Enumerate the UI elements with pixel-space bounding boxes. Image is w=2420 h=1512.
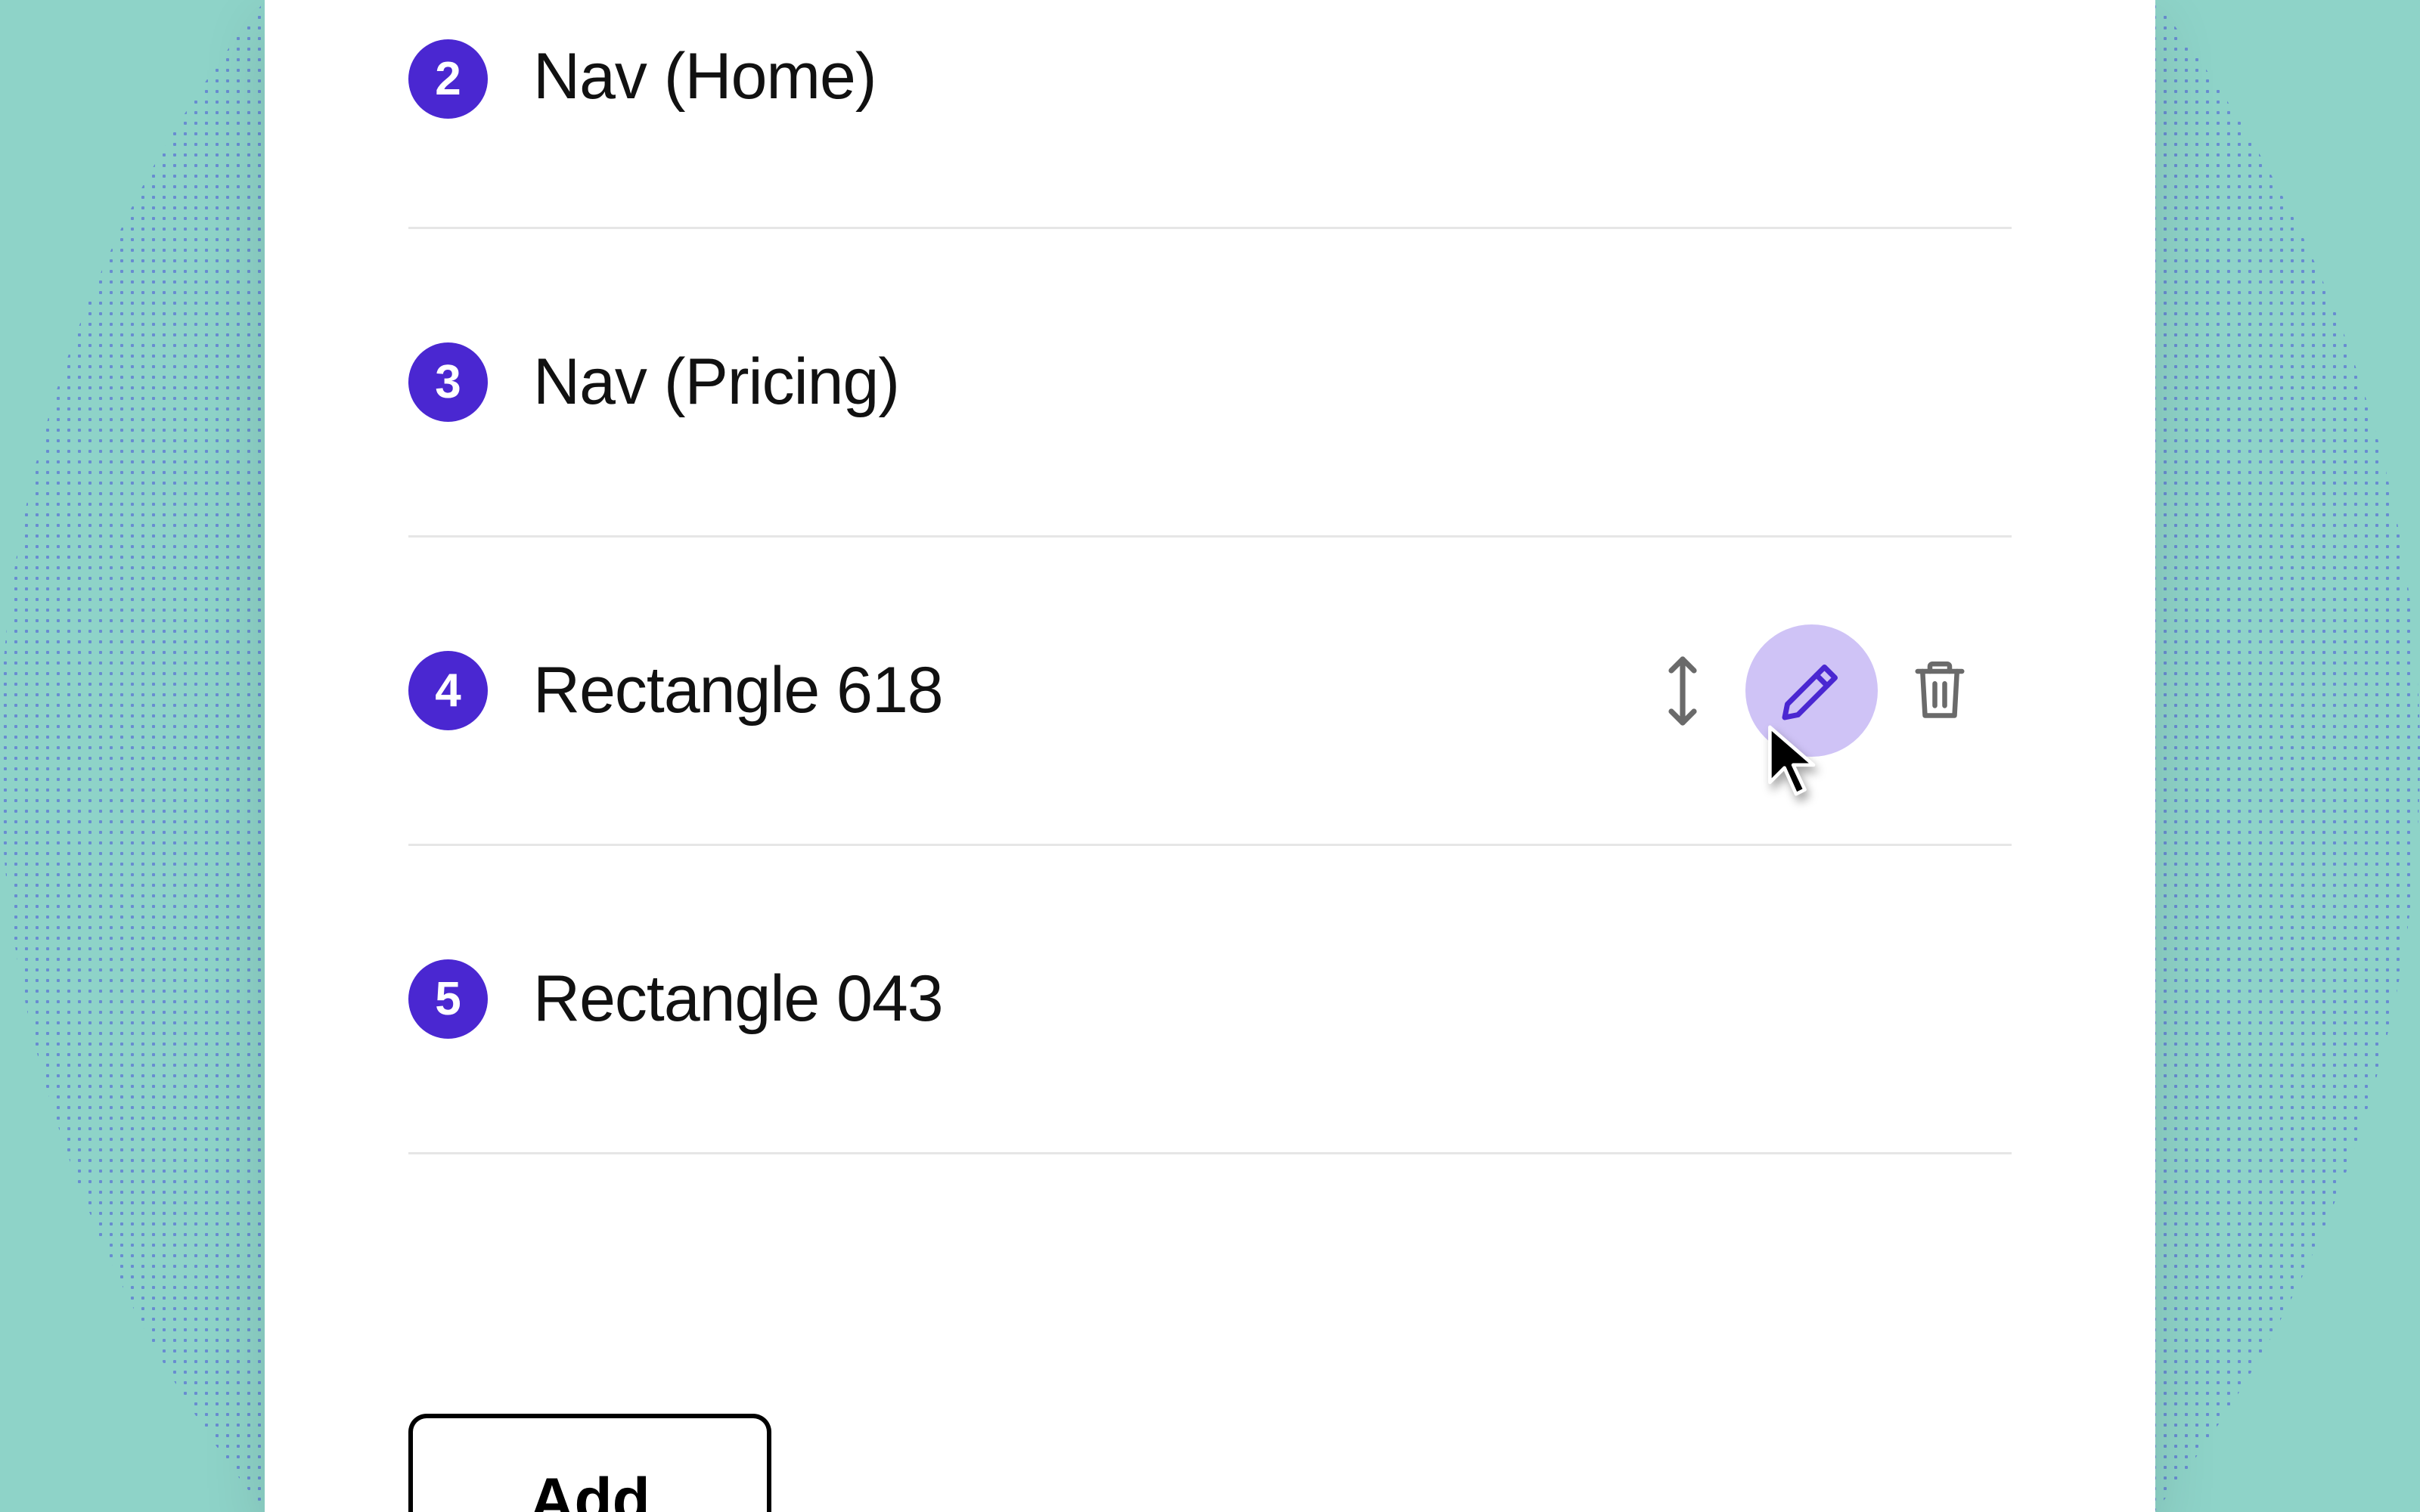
item-number-badge: 4 xyxy=(408,651,488,730)
edit-button[interactable] xyxy=(1770,649,1853,733)
panel-card: 2 Nav (Home) 3 Nav (Pricing) 4 Rectangle… xyxy=(265,0,2155,1512)
layer-list: 2 Nav (Home) 3 Nav (Pricing) 4 Rectangle… xyxy=(408,0,2012,1154)
item-number: 3 xyxy=(435,355,461,409)
item-label: Rectangle 043 xyxy=(533,962,943,1036)
trash-icon xyxy=(1910,658,1969,724)
delete-button[interactable] xyxy=(1898,649,1981,733)
list-item[interactable]: 3 Nav (Pricing) xyxy=(408,229,2012,538)
list-item[interactable]: 4 Rectangle 618 xyxy=(408,538,2012,846)
item-number: 2 xyxy=(435,52,461,106)
list-item[interactable]: 5 Rectangle 043 xyxy=(408,846,2012,1154)
reorder-button[interactable] xyxy=(1641,649,1724,733)
pencil-icon xyxy=(1779,659,1843,723)
item-number-badge: 5 xyxy=(408,959,488,1039)
item-number: 4 xyxy=(435,664,461,717)
item-number: 5 xyxy=(435,972,461,1026)
item-label: Nav (Home) xyxy=(533,39,876,114)
arrows-up-down-icon xyxy=(1655,656,1710,726)
item-actions xyxy=(1641,649,1981,733)
add-button[interactable]: Add xyxy=(408,1414,771,1512)
item-number-badge: 3 xyxy=(408,342,488,422)
item-label: Rectangle 618 xyxy=(533,653,943,728)
list-item[interactable]: 2 Nav (Home) xyxy=(408,0,2012,229)
item-number-badge: 2 xyxy=(408,39,488,119)
add-button-label: Add xyxy=(529,1465,650,1512)
item-label: Nav (Pricing) xyxy=(533,345,899,420)
